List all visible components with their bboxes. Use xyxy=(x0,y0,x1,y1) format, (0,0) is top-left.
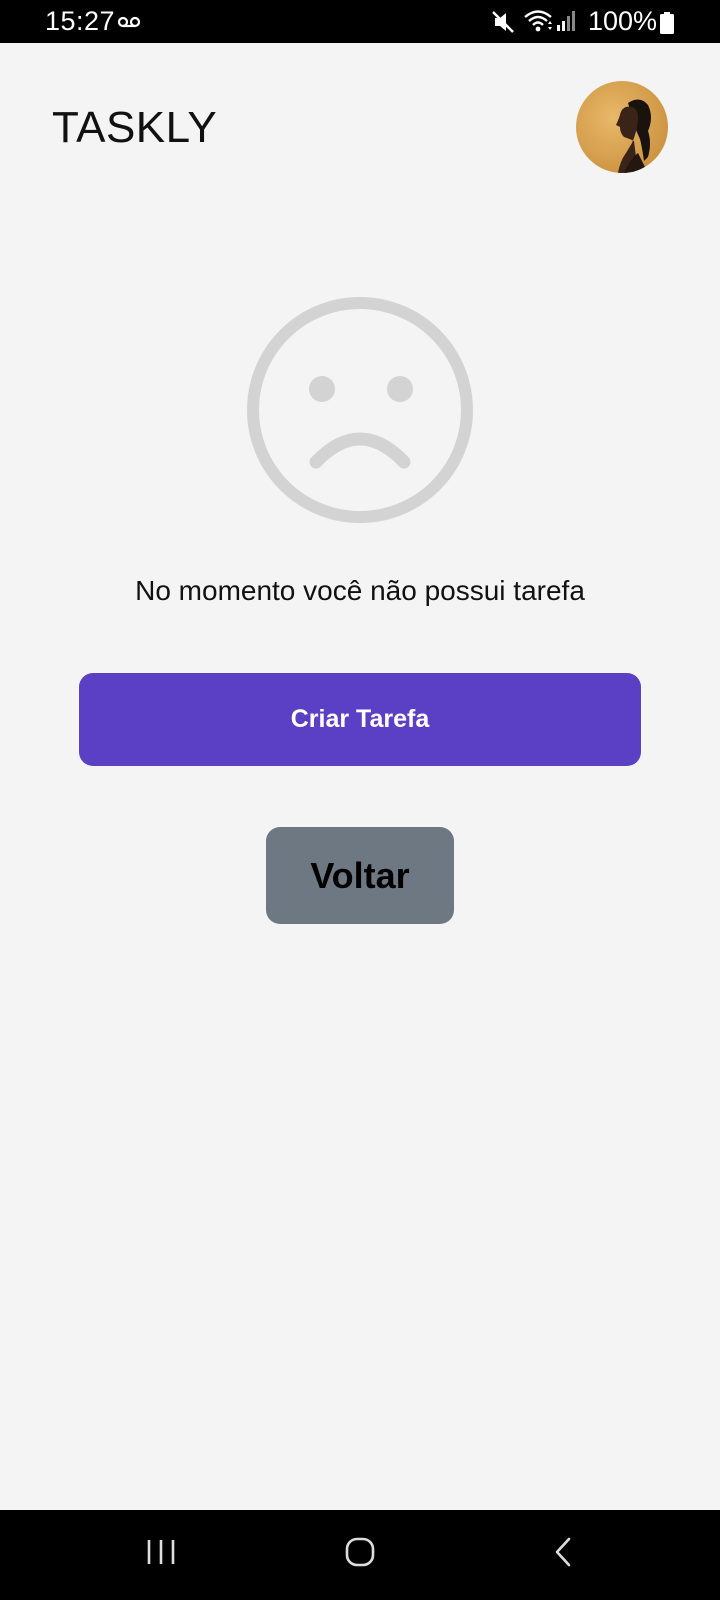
back-icon[interactable] xyxy=(553,1537,573,1572)
recents-icon[interactable] xyxy=(146,1537,176,1572)
empty-state-message: No momento você não possui tarefa xyxy=(135,575,585,606)
voicemail-icon xyxy=(117,15,141,33)
app-title: TASKLY xyxy=(52,103,218,152)
navigation-bar xyxy=(0,1510,720,1600)
status-time: 15:27 xyxy=(45,6,116,36)
mute-icon xyxy=(492,10,514,39)
sad-face-icon xyxy=(246,296,474,529)
status-bar: 15:27 100% xyxy=(0,0,720,43)
home-icon[interactable] xyxy=(345,1537,375,1572)
signal-icon xyxy=(556,11,578,36)
battery-icon xyxy=(660,12,674,39)
create-task-button[interactable]: Criar Tarefa xyxy=(79,673,641,766)
screen: 15:27 100% TASKLY No momento você não po… xyxy=(0,0,720,1600)
wifi-icon xyxy=(523,9,553,38)
back-button[interactable]: Voltar xyxy=(266,827,454,924)
user-avatar[interactable] xyxy=(576,81,668,173)
battery-percent: 100% xyxy=(588,6,658,36)
